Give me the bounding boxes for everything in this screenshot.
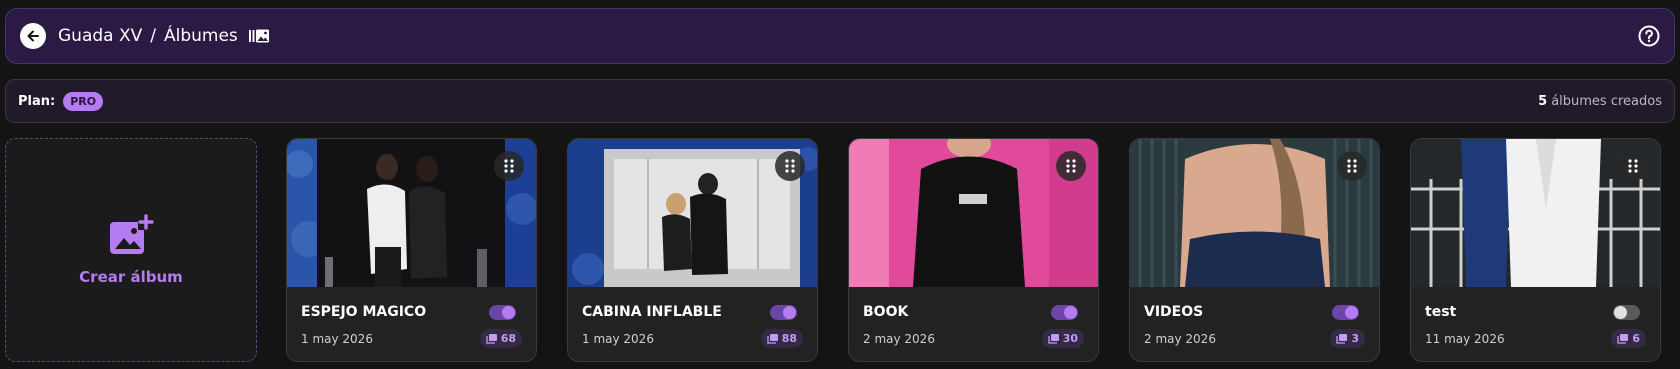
album-title: test [1425, 304, 1457, 320]
grip-dots-icon [785, 159, 795, 173]
help-button[interactable] [1638, 25, 1660, 47]
album-date: 11 may 2026 [1425, 332, 1505, 346]
question-circle-icon [1638, 25, 1660, 47]
album-card[interactable]: BOOK 2 may 2026 30 [848, 138, 1099, 362]
create-album-card[interactable]: Crear álbum [5, 138, 257, 362]
add-photo-icon [110, 214, 154, 254]
drag-handle[interactable] [494, 151, 524, 181]
photo-count-badge: 30 [1041, 329, 1084, 348]
album-title: BOOK [863, 304, 909, 320]
album-visibility-toggle[interactable] [489, 305, 516, 320]
album-title: CABINA INFLABLE [582, 304, 722, 320]
photo-count: 68 [500, 332, 516, 345]
album-card[interactable]: ESPEJO MAGICO 1 may 2026 68 [286, 138, 537, 362]
photos-icon [1617, 333, 1629, 344]
drag-handle[interactable] [1337, 151, 1367, 181]
breadcrumb-separator: / [150, 26, 156, 46]
back-button[interactable] [20, 23, 46, 49]
grip-dots-icon [504, 159, 514, 173]
photo-count: 6 [1632, 332, 1640, 345]
photo-count: 30 [1062, 332, 1078, 345]
drag-handle[interactable] [1618, 151, 1648, 181]
grip-dots-icon [1628, 159, 1638, 173]
album-card[interactable]: test 11 may 2026 6 [1410, 138, 1661, 362]
arrow-left-icon [27, 30, 39, 42]
album-visibility-toggle[interactable] [1051, 305, 1078, 320]
photo-count-badge: 6 [1611, 329, 1646, 348]
album-count-number: 5 [1538, 93, 1548, 109]
album-count: 5 álbumes creados [1538, 94, 1662, 109]
photo-album-icon [248, 28, 270, 44]
album-card[interactable]: CABINA INFLABLE 1 may 2026 88 [567, 138, 818, 362]
album-card[interactable]: VIDEOS 2 may 2026 3 [1129, 138, 1380, 362]
page-title: Álbumes [164, 26, 238, 46]
breadcrumb-event[interactable]: Guada XV [58, 26, 142, 46]
album-visibility-toggle[interactable] [1332, 305, 1359, 320]
plan-badge: PRO [63, 91, 104, 111]
photo-count: 3 [1351, 332, 1359, 345]
drag-handle[interactable] [1056, 151, 1086, 181]
photos-icon [1336, 333, 1348, 344]
grip-dots-icon [1066, 159, 1076, 173]
top-header: Guada XV / Álbumes [5, 8, 1675, 64]
album-visibility-toggle[interactable] [1613, 305, 1640, 320]
create-album-label: Crear álbum [79, 268, 183, 286]
photo-count-badge: 68 [479, 329, 522, 348]
album-date: 2 may 2026 [1144, 332, 1216, 346]
drag-handle[interactable] [775, 151, 805, 181]
photo-count-badge: 3 [1330, 329, 1365, 348]
album-title: VIDEOS [1144, 304, 1204, 320]
photos-icon [486, 333, 497, 344]
album-count-text: álbumes creados [1551, 93, 1662, 109]
grip-dots-icon [1347, 159, 1357, 173]
album-title: ESPEJO MAGICO [301, 304, 427, 320]
photo-count-badge: 88 [760, 329, 803, 348]
plan-bar: Plan: PRO 5 álbumes creados [5, 79, 1675, 123]
album-date: 2 may 2026 [863, 332, 935, 346]
plan-label: Plan: [18, 93, 56, 109]
album-visibility-toggle[interactable] [770, 305, 797, 320]
photos-icon [767, 333, 778, 344]
photos-icon [1048, 333, 1059, 344]
album-date: 1 may 2026 [582, 332, 654, 346]
album-date: 1 may 2026 [301, 332, 373, 346]
photo-count: 88 [781, 332, 797, 345]
